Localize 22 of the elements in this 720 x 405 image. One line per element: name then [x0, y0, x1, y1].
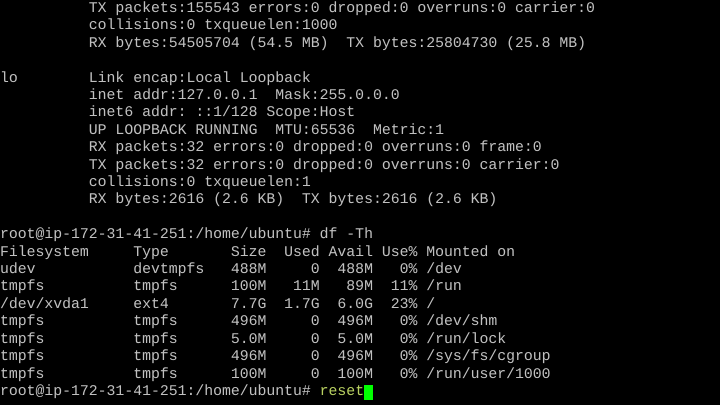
terminal-line: TX packets:32 errors:0 dropped:0 overruns:0 carrier:0: [88, 158, 560, 175]
terminal-line: RX packets:32 errors:0 dropped:0 overruns:0 frame:0: [88, 140, 542, 158]
terminal-line: RX bytes:2616 (2.6 KB) TX bytes:2616 (2.6 KB): [88, 192, 498, 210]
terminal-line: /dev/xvda1 ext4 7.7G 1.7G 6.0G 23% /: [0, 296, 436, 314]
terminal-line: tmpfs tmpfs 100M 11M 89M 11% /run: [0, 279, 462, 297]
terminal-line: inet addr:127.0.0.1 Mask:255.0.0.0: [88, 88, 400, 105]
terminal-line: inet6 addr: ::1/128 Scope:Host: [88, 105, 356, 123]
terminal-line: UP LOOPBACK RUNNING MTU:65536 Metric:1: [88, 122, 444, 140]
terminal-line: Filesystem Type Size Used Avail Use% Mounted on: [0, 244, 516, 262]
prompt-text: root@ip-172-31-41-251:/home/ubuntu#: [0, 384, 312, 402]
terminal-line: tmpfs tmpfs 5.0M 0 5.0M 0% /run/lock: [0, 332, 506, 349]
terminal-line: tmpfs tmpfs 100M 0 100M 0% /run/user/1000: [0, 366, 551, 384]
terminal-line: collisions:0 txqueuelen:1: [88, 175, 311, 192]
terminal-line: collisions:0 txqueuelen:1000: [88, 18, 338, 36]
terminal-line: TX packets:155543 errors:0 dropped:0 overruns:0 carrier:0: [88, 1, 595, 18]
terminal-line: root@ip-172-31-41-251:/home/ubuntu# df -Th: [0, 227, 373, 245]
terminal-line: lo Link encap:Local Loopback: [0, 70, 311, 88]
terminal-line: RX bytes:54505704 (54.5 MB) TX bytes:25804730 (25.8 MB): [88, 36, 586, 54]
terminal-line: tmpfs tmpfs 496M 0 496M 0% /sys/fs/cgroup: [0, 349, 551, 366]
terminal-line: tmpfs tmpfs 496M 0 496M 0% /dev/shm: [0, 314, 498, 332]
terminal-line: udev devtmpfs 488M 0 488M 0% /dev: [0, 262, 462, 279]
command-text: reset: [320, 384, 364, 402]
